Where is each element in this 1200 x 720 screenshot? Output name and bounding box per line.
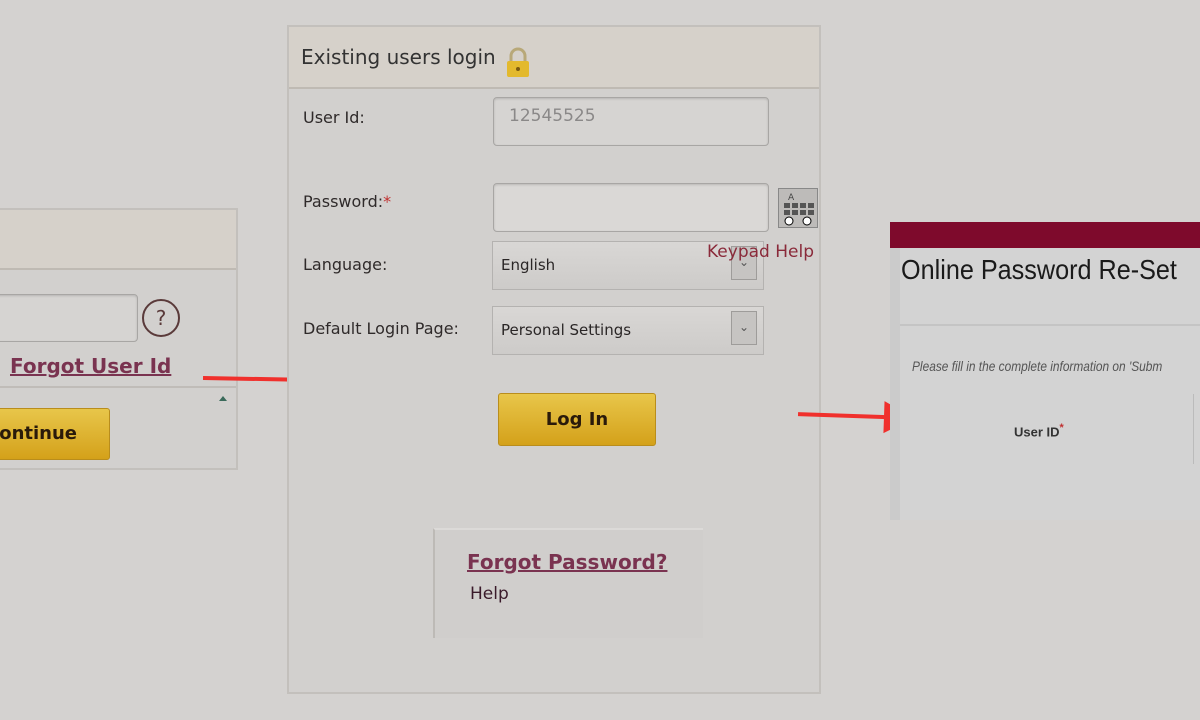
reset-user-id-input[interactable] xyxy=(1193,394,1200,464)
language-value: English xyxy=(501,256,556,274)
password-label-text: Password: xyxy=(303,192,384,211)
keypad-help-link[interactable]: Keypad Help xyxy=(707,242,814,262)
reset-title: Online Password Re-Set xyxy=(901,254,1177,285)
help-link[interactable]: Help xyxy=(470,584,509,604)
default-login-page-value: Personal Settings xyxy=(501,321,632,339)
password-label: Password:* xyxy=(303,192,391,211)
chevron-down-icon[interactable]: ⌄ xyxy=(731,311,757,345)
reset-header-bar xyxy=(890,222,1200,248)
continue-button[interactable]: ontinue xyxy=(0,408,110,460)
login-button[interactable]: Log In xyxy=(498,393,656,446)
login-title: Existing users login xyxy=(301,45,496,69)
user-id-label: User Id: xyxy=(303,108,365,127)
user-id-field[interactable]: 12545525 xyxy=(493,97,769,146)
reset-user-id-label: User ID* xyxy=(1014,422,1064,439)
password-reset-panel: Online Password Re-Set Please fill in th… xyxy=(890,222,1200,520)
login-panel: Existing users login User Id: 12545525 P… xyxy=(287,25,821,694)
divider xyxy=(900,324,1200,326)
login-header: Existing users login xyxy=(289,27,819,89)
svg-text:A: A xyxy=(788,193,795,203)
divider xyxy=(0,386,236,388)
forgot-user-id-link[interactable]: Forgot User Id xyxy=(10,354,171,378)
help-icon[interactable]: ? xyxy=(142,299,180,337)
reset-instructions: Please fill in the complete information … xyxy=(912,358,1163,374)
panel-header xyxy=(0,210,236,270)
user-id-input[interactable] xyxy=(0,294,138,342)
language-label: Language: xyxy=(303,255,388,274)
forgot-password-link[interactable]: Forgot Password? xyxy=(467,550,667,574)
reset-user-id-text: User ID xyxy=(1014,424,1060,440)
required-mark: * xyxy=(1059,422,1064,434)
scroll-up-icon[interactable] xyxy=(219,396,227,401)
default-login-page-label: Default Login Page: xyxy=(303,319,459,338)
virtual-keypad-icon[interactable]: A xyxy=(778,188,818,228)
password-field[interactable] xyxy=(493,183,769,232)
required-mark: * xyxy=(383,192,392,211)
lock-icon xyxy=(505,47,531,79)
user-id-value: 12545525 xyxy=(509,106,596,126)
default-login-page-select[interactable]: Personal Settings ⌄ xyxy=(492,306,764,355)
forgot-user-id-panel: ? Forgot User Id ontinue xyxy=(0,208,238,470)
forgot-password-box: Forgot Password? Help xyxy=(433,528,703,638)
